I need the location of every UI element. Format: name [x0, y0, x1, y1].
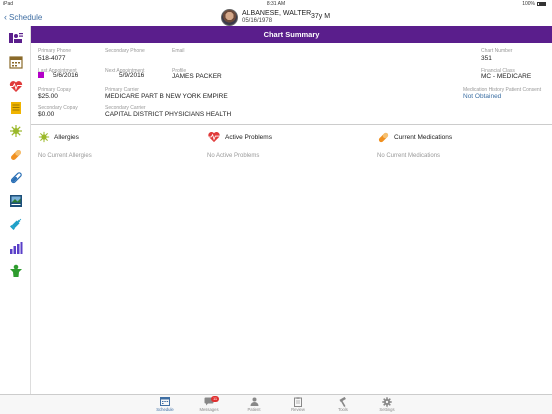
- tab-tools[interactable]: Tools: [328, 396, 358, 412]
- image-document-icon: [10, 195, 22, 207]
- sidebar-item-injections[interactable]: [9, 217, 23, 231]
- email-label: Email: [172, 48, 185, 54]
- sidebar-item-pediatric[interactable]: [9, 264, 23, 278]
- sidebar-item-problems[interactable]: [9, 79, 23, 93]
- allergies-empty-text: No Current Allergies: [38, 153, 92, 159]
- allergies-section-header[interactable]: Allergies: [38, 131, 79, 143]
- problems-empty-text: No Active Problems: [207, 153, 260, 159]
- sidebar-item-notes[interactable]: [9, 101, 23, 115]
- child-icon: [10, 264, 22, 277]
- allergy-icon: [38, 131, 50, 143]
- tab-label: Messages: [199, 407, 219, 412]
- chart-number-value: 351: [481, 55, 492, 62]
- profile-value: JAMES PACKER: [172, 73, 222, 80]
- patient-age: 37y M: [311, 13, 331, 20]
- financial-class-value: MC - MEDICARE: [481, 73, 532, 80]
- problems-section-header[interactable]: Active Problems: [207, 131, 272, 143]
- medications-empty-text: No Current Medications: [377, 153, 441, 159]
- tab-patient[interactable]: Patient: [239, 396, 269, 412]
- primary-phone-value: 518-4077: [38, 55, 66, 62]
- sidebar-item-imaging[interactable]: [9, 194, 23, 208]
- notes-icon: [11, 102, 21, 114]
- tab-settings[interactable]: Settings: [372, 396, 402, 412]
- syringe-icon: [9, 218, 22, 231]
- sidebar-item-allergies[interactable]: [9, 124, 23, 138]
- chart-number-label: Chart Number: [481, 48, 513, 54]
- tab-label: Tools: [338, 407, 348, 412]
- allergy-icon: [10, 125, 22, 137]
- sidebar-item-demographics[interactable]: [9, 31, 23, 45]
- tab-messages[interactable]: 11 Messages: [194, 396, 224, 412]
- pill-icon: [378, 132, 389, 143]
- divider: [31, 124, 552, 125]
- secondary-carrier-value: CAPITAL DISTRICT PHYSICIANS HEALTH: [105, 111, 232, 118]
- patient-avatar: [221, 9, 238, 26]
- appointment-status-marker: [38, 72, 44, 78]
- sidebar-item-labs[interactable]: [9, 171, 23, 185]
- clock: 8:31 AM: [266, 1, 286, 7]
- calendar-icon: [160, 397, 170, 406]
- tab-label: Schedule: [156, 407, 174, 412]
- chevron-left-icon: ‹: [4, 12, 7, 22]
- next-appointment-value[interactable]: 5/9/2016: [119, 72, 144, 79]
- medications-section-header[interactable]: Current Medications: [377, 131, 452, 144]
- tab-label: Review: [291, 407, 305, 412]
- patient-banner[interactable]: ALBANESE, WALTER 05/16/1978: [221, 9, 311, 26]
- pill-icon: [11, 150, 21, 160]
- tab-label: Settings: [379, 407, 395, 412]
- battery-percent: 100%: [522, 1, 535, 7]
- medications-title: Current Medications: [394, 134, 453, 141]
- back-button-label: Schedule: [9, 12, 43, 22]
- tab-schedule[interactable]: Schedule: [150, 396, 180, 412]
- test-tube-icon: [10, 172, 22, 184]
- sidebar-item-medications[interactable]: [9, 148, 23, 162]
- battery-indicator: 100%: [522, 1, 546, 7]
- gear-icon: [382, 396, 392, 407]
- heart-pulse-icon: [208, 132, 220, 143]
- primary-carrier-value: MEDICARE PART B NEW YORK EMPIRE: [105, 93, 228, 100]
- page-title: Chart Summary: [31, 26, 552, 43]
- status-bar: iPad 8:31 AM 100%: [0, 0, 552, 8]
- unread-badge: 11: [211, 396, 220, 402]
- bar-chart-icon: [10, 242, 23, 254]
- sidebar: [0, 26, 31, 394]
- tab-label: Patient: [247, 407, 261, 412]
- battery-icon: [537, 1, 546, 6]
- calendar-icon: [9, 56, 23, 69]
- last-appointment-value[interactable]: 5/6/2016: [53, 72, 78, 79]
- patient-dob: 05/16/1978: [242, 18, 273, 24]
- id-card-icon: [9, 33, 23, 43]
- heart-pulse-icon: [9, 80, 23, 92]
- allergies-title: Allergies: [54, 133, 79, 141]
- secondary-copay-value: $0.00: [38, 111, 55, 118]
- person-icon: [250, 397, 258, 406]
- back-button[interactable]: ‹ Schedule: [4, 12, 42, 22]
- primary-phone-label: Primary Phone: [38, 48, 72, 54]
- primary-copay-value: $25.00: [38, 93, 58, 100]
- navigation-bar: ‹ Schedule ALBANESE, WALTER 05/16/1978 3…: [0, 8, 552, 26]
- sidebar-item-growth[interactable]: [9, 241, 23, 255]
- tab-bar: Schedule 11 Messages Patient Review Tool…: [0, 394, 552, 414]
- secondary-phone-label: Secondary Phone: [105, 48, 145, 54]
- tab-review[interactable]: Review: [283, 396, 313, 412]
- medication-consent-value[interactable]: Not Obtained: [463, 93, 501, 100]
- problems-title: Active Problems: [225, 133, 272, 141]
- clipboard-icon: [294, 396, 302, 407]
- hammer-icon: [339, 396, 346, 407]
- patient-name: ALBANESE, WALTER: [242, 10, 312, 17]
- sidebar-item-appointments[interactable]: [9, 55, 23, 69]
